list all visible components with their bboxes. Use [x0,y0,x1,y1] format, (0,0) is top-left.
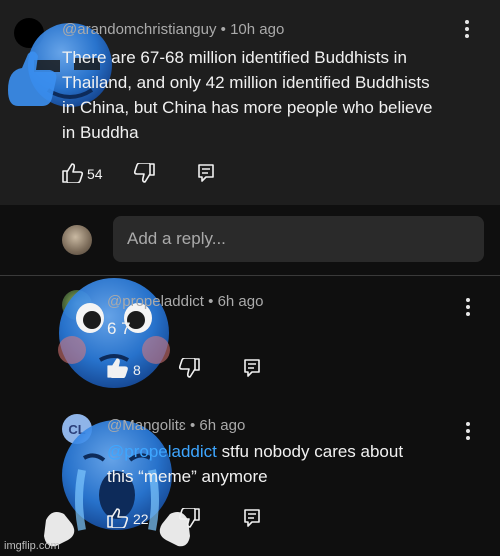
like-count: 22 [133,511,149,527]
more-vert-icon[interactable] [466,298,470,319]
reply-icon[interactable] [243,508,261,528]
more-vert-icon[interactable] [466,422,470,443]
thumbs-down-icon[interactable] [178,358,200,378]
thumbs-down-icon[interactable] [133,163,155,183]
user-avatar [62,225,92,255]
reply-input[interactable] [113,216,484,262]
divider [0,275,500,276]
more-vert-icon[interactable] [465,20,469,41]
add-reply-field[interactable] [113,216,484,262]
reply-handle[interactable]: @Mangolitɛ [107,417,186,434]
like-count: 54 [87,166,103,182]
reply-body: 6 7 [107,319,131,338]
reply-icon[interactable] [197,163,215,183]
reply-meta: @Mangolitɛ • 6h ago [107,417,246,434]
mention-link[interactable]: @propeladdict [107,442,217,461]
reply-body: @propeladdict stfu nobody cares about th… [107,442,404,486]
reply-time: 6h ago [217,293,264,310]
comment-meta: @arandomchristianguy • 10h ago [62,21,285,38]
reply-time: 6h ago [199,417,246,434]
thumbs-up-icon[interactable] [107,508,129,528]
comment-time: 10h ago [230,21,285,38]
reply-icon[interactable] [243,358,261,378]
reply-meta: @propeladdict • 6h ago [107,293,264,310]
like-count: 8 [133,362,141,378]
comment-body: There are 67-68 million identified Buddh… [62,48,433,142]
commenter-handle[interactable]: @arandomchristianguy [62,21,216,38]
thumbs-up-icon[interactable] [62,163,84,183]
thumbs-down-icon[interactable] [178,508,200,528]
thumbs-up-icon[interactable] [107,358,129,378]
reply-handle[interactable]: @propeladdict [107,293,204,310]
watermark: imgflip.com [4,540,60,552]
